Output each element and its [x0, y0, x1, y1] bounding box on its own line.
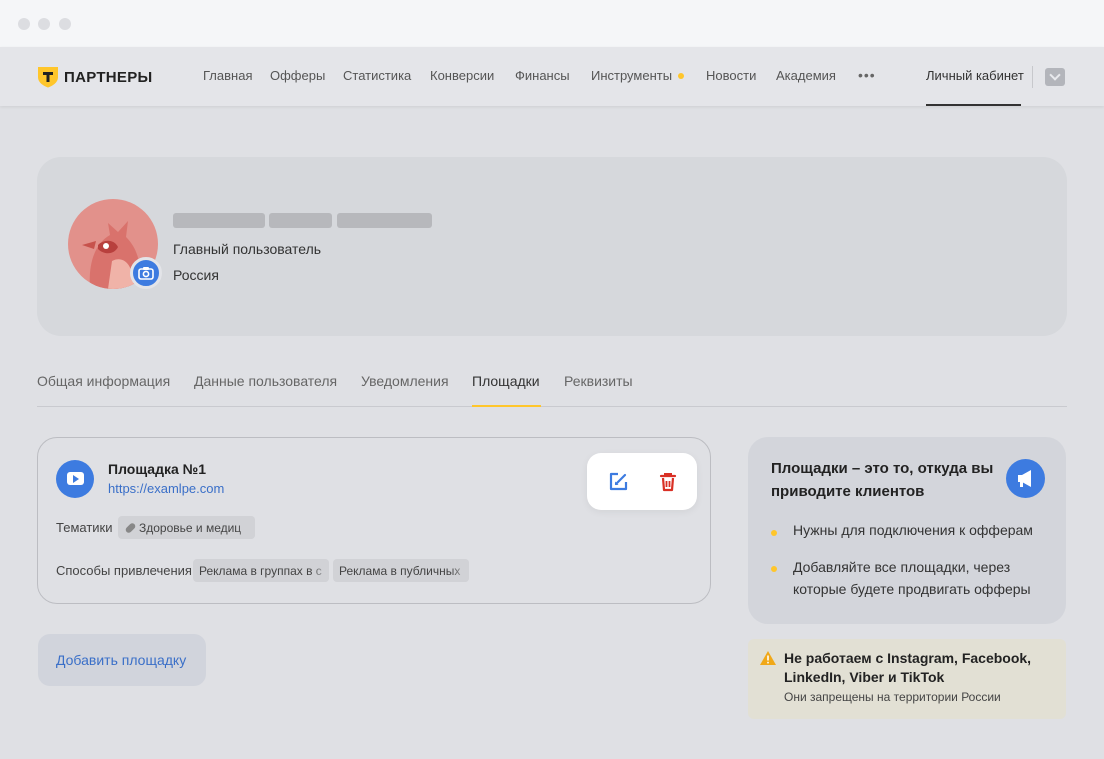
pill-icon — [124, 521, 137, 534]
edit-icon[interactable] — [606, 470, 630, 494]
nav-item-tools[interactable]: Инструменты — [591, 68, 685, 83]
youtube-icon — [56, 460, 94, 498]
info-bullet: Добавляйте все площадки, через которые б… — [793, 559, 1031, 597]
active-nav-underline — [926, 104, 1021, 106]
nav-item-conversions[interactable]: Конверсии — [430, 68, 494, 83]
warning-title: Не работаем с Instagram, Facebook, Linke… — [784, 650, 1032, 685]
bullet-dot — [771, 566, 777, 572]
platform-actions — [587, 453, 697, 510]
window-maximize-dot[interactable] — [59, 18, 71, 30]
topic-chip-label: Здоровье и медиц — [139, 521, 242, 535]
nav-item-offers[interactable]: Офферы — [270, 68, 325, 83]
method-chip: Реклама в группах в с — [193, 559, 329, 582]
nav-item-cabinet[interactable]: Личный кабинет — [926, 68, 1024, 83]
redacted-name-part — [269, 213, 332, 228]
user-country: Россия — [173, 267, 219, 283]
topics-label: Тематики — [56, 520, 113, 535]
tab-user-data[interactable]: Данные пользователя — [194, 373, 337, 389]
new-indicator-dot — [678, 72, 685, 79]
info-bullet: Нужны для подключения к офферам — [793, 522, 1033, 538]
trash-icon[interactable] — [656, 470, 680, 494]
nav-item-finance[interactable]: Финансы — [515, 68, 570, 83]
nav-item-news[interactable]: Новости — [706, 68, 756, 83]
window-close-dot[interactable] — [18, 18, 30, 30]
window-minimize-dot[interactable] — [38, 18, 50, 30]
nav-item-academy[interactable]: Академия — [776, 68, 836, 83]
bullet-dot — [771, 530, 777, 536]
more-menu-icon[interactable]: ••• — [858, 67, 876, 83]
nav-item-tools-label: Инструменты — [591, 68, 673, 83]
chevron-down-icon[interactable] — [1045, 68, 1065, 86]
megaphone-icon — [1006, 459, 1045, 498]
nav-item-statistics[interactable]: Статистика — [343, 68, 411, 83]
user-role: Главный пользователь — [173, 241, 322, 257]
add-platform-button[interactable]: Добавить площадку — [38, 634, 206, 686]
method-chip-label: Реклама в группах в с — [199, 564, 322, 578]
redacted-name-part — [337, 213, 432, 228]
topic-chip: Здоровье и медиц — [118, 516, 255, 539]
active-tab-underline — [472, 405, 541, 407]
window-titlebar — [0, 0, 1104, 47]
nav-item-main[interactable]: Главная — [203, 68, 252, 83]
tab-platforms[interactable]: Площадки — [472, 373, 540, 389]
nav-divider — [1032, 66, 1033, 88]
tab-notifications[interactable]: Уведомления — [361, 373, 449, 389]
methods-label: Способы привлечения — [56, 563, 192, 578]
warning-subtitle: Они запрещены на территории России — [784, 690, 1001, 704]
camera-icon — [138, 267, 154, 280]
tab-requisites[interactable]: Реквизиты — [564, 373, 633, 389]
method-chip: Реклама в публичных — [333, 559, 469, 582]
platform-url-link[interactable]: https://examlpe.com — [108, 481, 224, 496]
redacted-name-part — [173, 213, 265, 228]
shield-logo-icon — [38, 67, 58, 88]
change-photo-button[interactable] — [130, 257, 162, 289]
tab-general-info[interactable]: Общая информация — [37, 373, 170, 389]
tabs-divider — [37, 406, 1067, 407]
platform-name: Площадка №1 — [108, 461, 207, 477]
brand-logo[interactable]: ПАРТНЕРЫ — [37, 66, 153, 88]
warning-icon — [760, 651, 776, 665]
top-navigation: ПАРТНЕРЫ Главная Офферы Статистика Конве… — [0, 47, 1104, 106]
brand-name: ПАРТНЕРЫ — [64, 68, 153, 86]
method-chip-label: Реклама в публичных — [339, 564, 461, 578]
info-title: Площадки – это то, откуда вы приводите к… — [771, 460, 994, 500]
